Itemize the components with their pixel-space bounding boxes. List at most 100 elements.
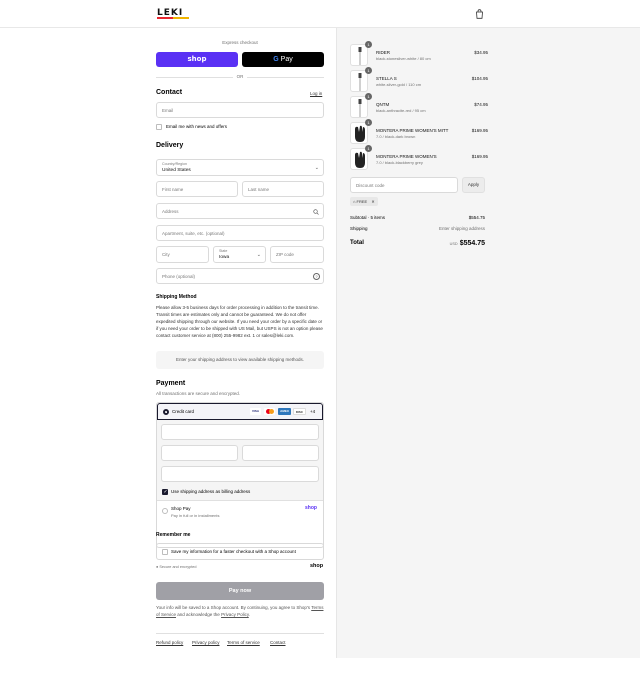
product-image — [350, 70, 368, 92]
save-info-checkbox[interactable] — [162, 549, 168, 555]
privacy-policy-link[interactable]: Privacy Policy — [221, 612, 249, 617]
country-select[interactable]: Country/Region United States ⌄ — [156, 159, 324, 176]
name-on-card-field[interactable] — [161, 466, 319, 482]
product-price: $74.95 — [474, 102, 488, 107]
shipping-policy-text: Please allow 3-5 business days for order… — [156, 305, 323, 338]
chevron-down-icon: ⌄ — [314, 165, 319, 171]
discount-code-input[interactable]: Discount code — [350, 177, 458, 193]
remove-discount-icon[interactable]: ✕ — [371, 199, 374, 204]
bag-icon[interactable] — [475, 9, 484, 19]
total-label: Total — [350, 240, 364, 246]
product-image — [350, 122, 368, 144]
newsletter-label: Email me with news and offers — [166, 124, 227, 129]
shipping-notice: Enter your shipping address to view avai… — [156, 351, 324, 369]
shop-pay-logo: shop — [305, 505, 317, 511]
shop-pay-label: Shop Pay — [171, 506, 191, 511]
credit-card-radio[interactable] — [163, 409, 169, 415]
expiration-date-field[interactable] — [161, 445, 238, 461]
checkout-header: LEKI — [0, 0, 640, 28]
remember-me-heading: Remember me — [156, 532, 191, 538]
secure-badge: ● Secure and encrypted — [156, 565, 197, 569]
contact-heading: Contact — [156, 89, 183, 96]
cart-item: 1 QNTM black-anthracite-red / 95 cm $74.95 — [350, 93, 488, 118]
subtotal-value: $554.75 — [468, 215, 485, 220]
contact-link[interactable]: Contact — [270, 640, 286, 645]
shipping-value: Enter shipping address — [438, 226, 485, 231]
footer-divider — [156, 633, 324, 634]
product-variant: 7.0 / black-blackberry grey — [376, 160, 423, 165]
apartment-field[interactable]: Apartment, suite, etc. (optional) — [156, 225, 324, 241]
zip-code-field[interactable]: ZIP code — [270, 246, 324, 263]
product-price: $104.95 — [471, 76, 488, 81]
express-checkout-label: Express checkout — [222, 40, 258, 45]
more-cards-label: +4 — [310, 409, 316, 414]
discover-icon: DISC — [293, 408, 306, 415]
product-image — [350, 96, 368, 118]
mastercard-icon — [264, 408, 275, 415]
login-link[interactable]: Log in — [310, 91, 322, 96]
payment-subtitle: All transactions are secure and encrypte… — [156, 391, 241, 396]
newsletter-checkbox[interactable] — [156, 124, 162, 130]
quantity-badge: 1 — [365, 67, 372, 74]
search-icon — [313, 209, 319, 215]
product-variant: 7.0 / black-dark brown — [376, 134, 416, 139]
tag-icon: ⌂ — [353, 199, 356, 204]
total-amount: USD $554.75 — [417, 240, 485, 247]
cart-item: 1 MONTERA PRIME WOMEN'S MITT 7.0 / black-d… — [350, 119, 488, 144]
first-name-field[interactable]: First name — [156, 181, 238, 197]
address-field[interactable]: Address — [156, 203, 324, 219]
product-price: $169.95 — [471, 128, 488, 133]
visa-icon: VISA — [250, 408, 261, 415]
shop-pay-option[interactable]: Shop Pay Pay in full or in installments … — [157, 500, 323, 522]
pay-now-button[interactable]: Pay now — [156, 582, 324, 600]
payment-options: Credit card VISA AMEX DISC +4 Use shippi… — [156, 402, 324, 548]
shop-pay-subtitle: Pay in full or in installments — [171, 513, 220, 518]
phone-field[interactable]: Phone (optional) ? — [156, 268, 324, 284]
credit-card-option[interactable]: Credit card VISA AMEX DISC +4 — [157, 403, 323, 420]
google-icon: G — [273, 56, 279, 63]
logo-underline — [157, 17, 189, 19]
product-variant: black-stonesilver-white / 80 cm — [376, 56, 431, 61]
order-summary: 1 RIDER black-stonesilver-white / 80 cm $34… — [336, 28, 640, 658]
product-variant: white-silver-gold / 110 cm — [376, 82, 422, 87]
payment-heading: Payment — [156, 380, 186, 387]
security-code-field[interactable] — [242, 445, 319, 461]
or-label: OR — [233, 74, 247, 79]
quantity-badge: 1 — [365, 119, 372, 126]
privacy-policy-footer-link[interactable]: Privacy policy — [192, 640, 220, 645]
shipping-label: Shipping — [350, 226, 368, 231]
subtotal-label: Subtotal · 5 items — [350, 215, 386, 220]
lock-icon: ● — [156, 565, 159, 569]
save-info-label: Save my information for a faster checkou… — [171, 549, 296, 554]
quantity-badge: 1 — [365, 93, 372, 100]
product-name: QNTM — [376, 102, 390, 107]
state-select[interactable]: State Iowa ⌄ — [213, 246, 266, 263]
quantity-badge: 1 — [365, 41, 372, 48]
terms-of-service-footer-link[interactable]: Terms of service — [227, 640, 260, 645]
shop-pay-express-button[interactable]: shop — [156, 52, 238, 67]
city-field[interactable]: City — [156, 246, 209, 263]
remember-me-option[interactable]: Save my information for a faster checkou… — [156, 543, 324, 560]
product-variant: black-anthracite-red / 95 cm — [376, 108, 426, 113]
quantity-badge: 1 — [365, 145, 372, 152]
email-field[interactable]: Email — [156, 102, 324, 118]
product-price: $169.95 — [471, 154, 488, 159]
delivery-heading: Delivery — [156, 142, 184, 149]
last-name-field[interactable]: Last name — [242, 181, 324, 197]
card-number-field[interactable] — [161, 424, 319, 440]
help-icon[interactable]: ? — [313, 273, 320, 280]
shop-pay-radio[interactable] — [162, 508, 168, 514]
product-image — [350, 44, 368, 66]
billing-address-label: Use shipping address as billing address — [171, 489, 251, 494]
billing-address-checkbox[interactable] — [162, 489, 168, 495]
shipping-method-heading: Shipping Method — [156, 294, 197, 300]
currency-code: USD — [449, 242, 458, 246]
refund-policy-link[interactable]: Refund policy — [156, 640, 183, 645]
cart-item: 1 MONTERA PRIME WOMEN'S 7.0 / black-blackb… — [350, 145, 488, 170]
product-name: MONTERA PRIME WOMEN'S — [376, 154, 437, 159]
legal-text: Your info will be saved to a Shop accoun… — [156, 605, 324, 617]
google-pay-button[interactable]: G Pay — [242, 52, 324, 67]
apply-discount-button[interactable]: Apply — [462, 177, 485, 193]
product-name: RIDER — [376, 50, 391, 55]
discount-tag: ⌂ FREE ✕ — [350, 197, 378, 206]
